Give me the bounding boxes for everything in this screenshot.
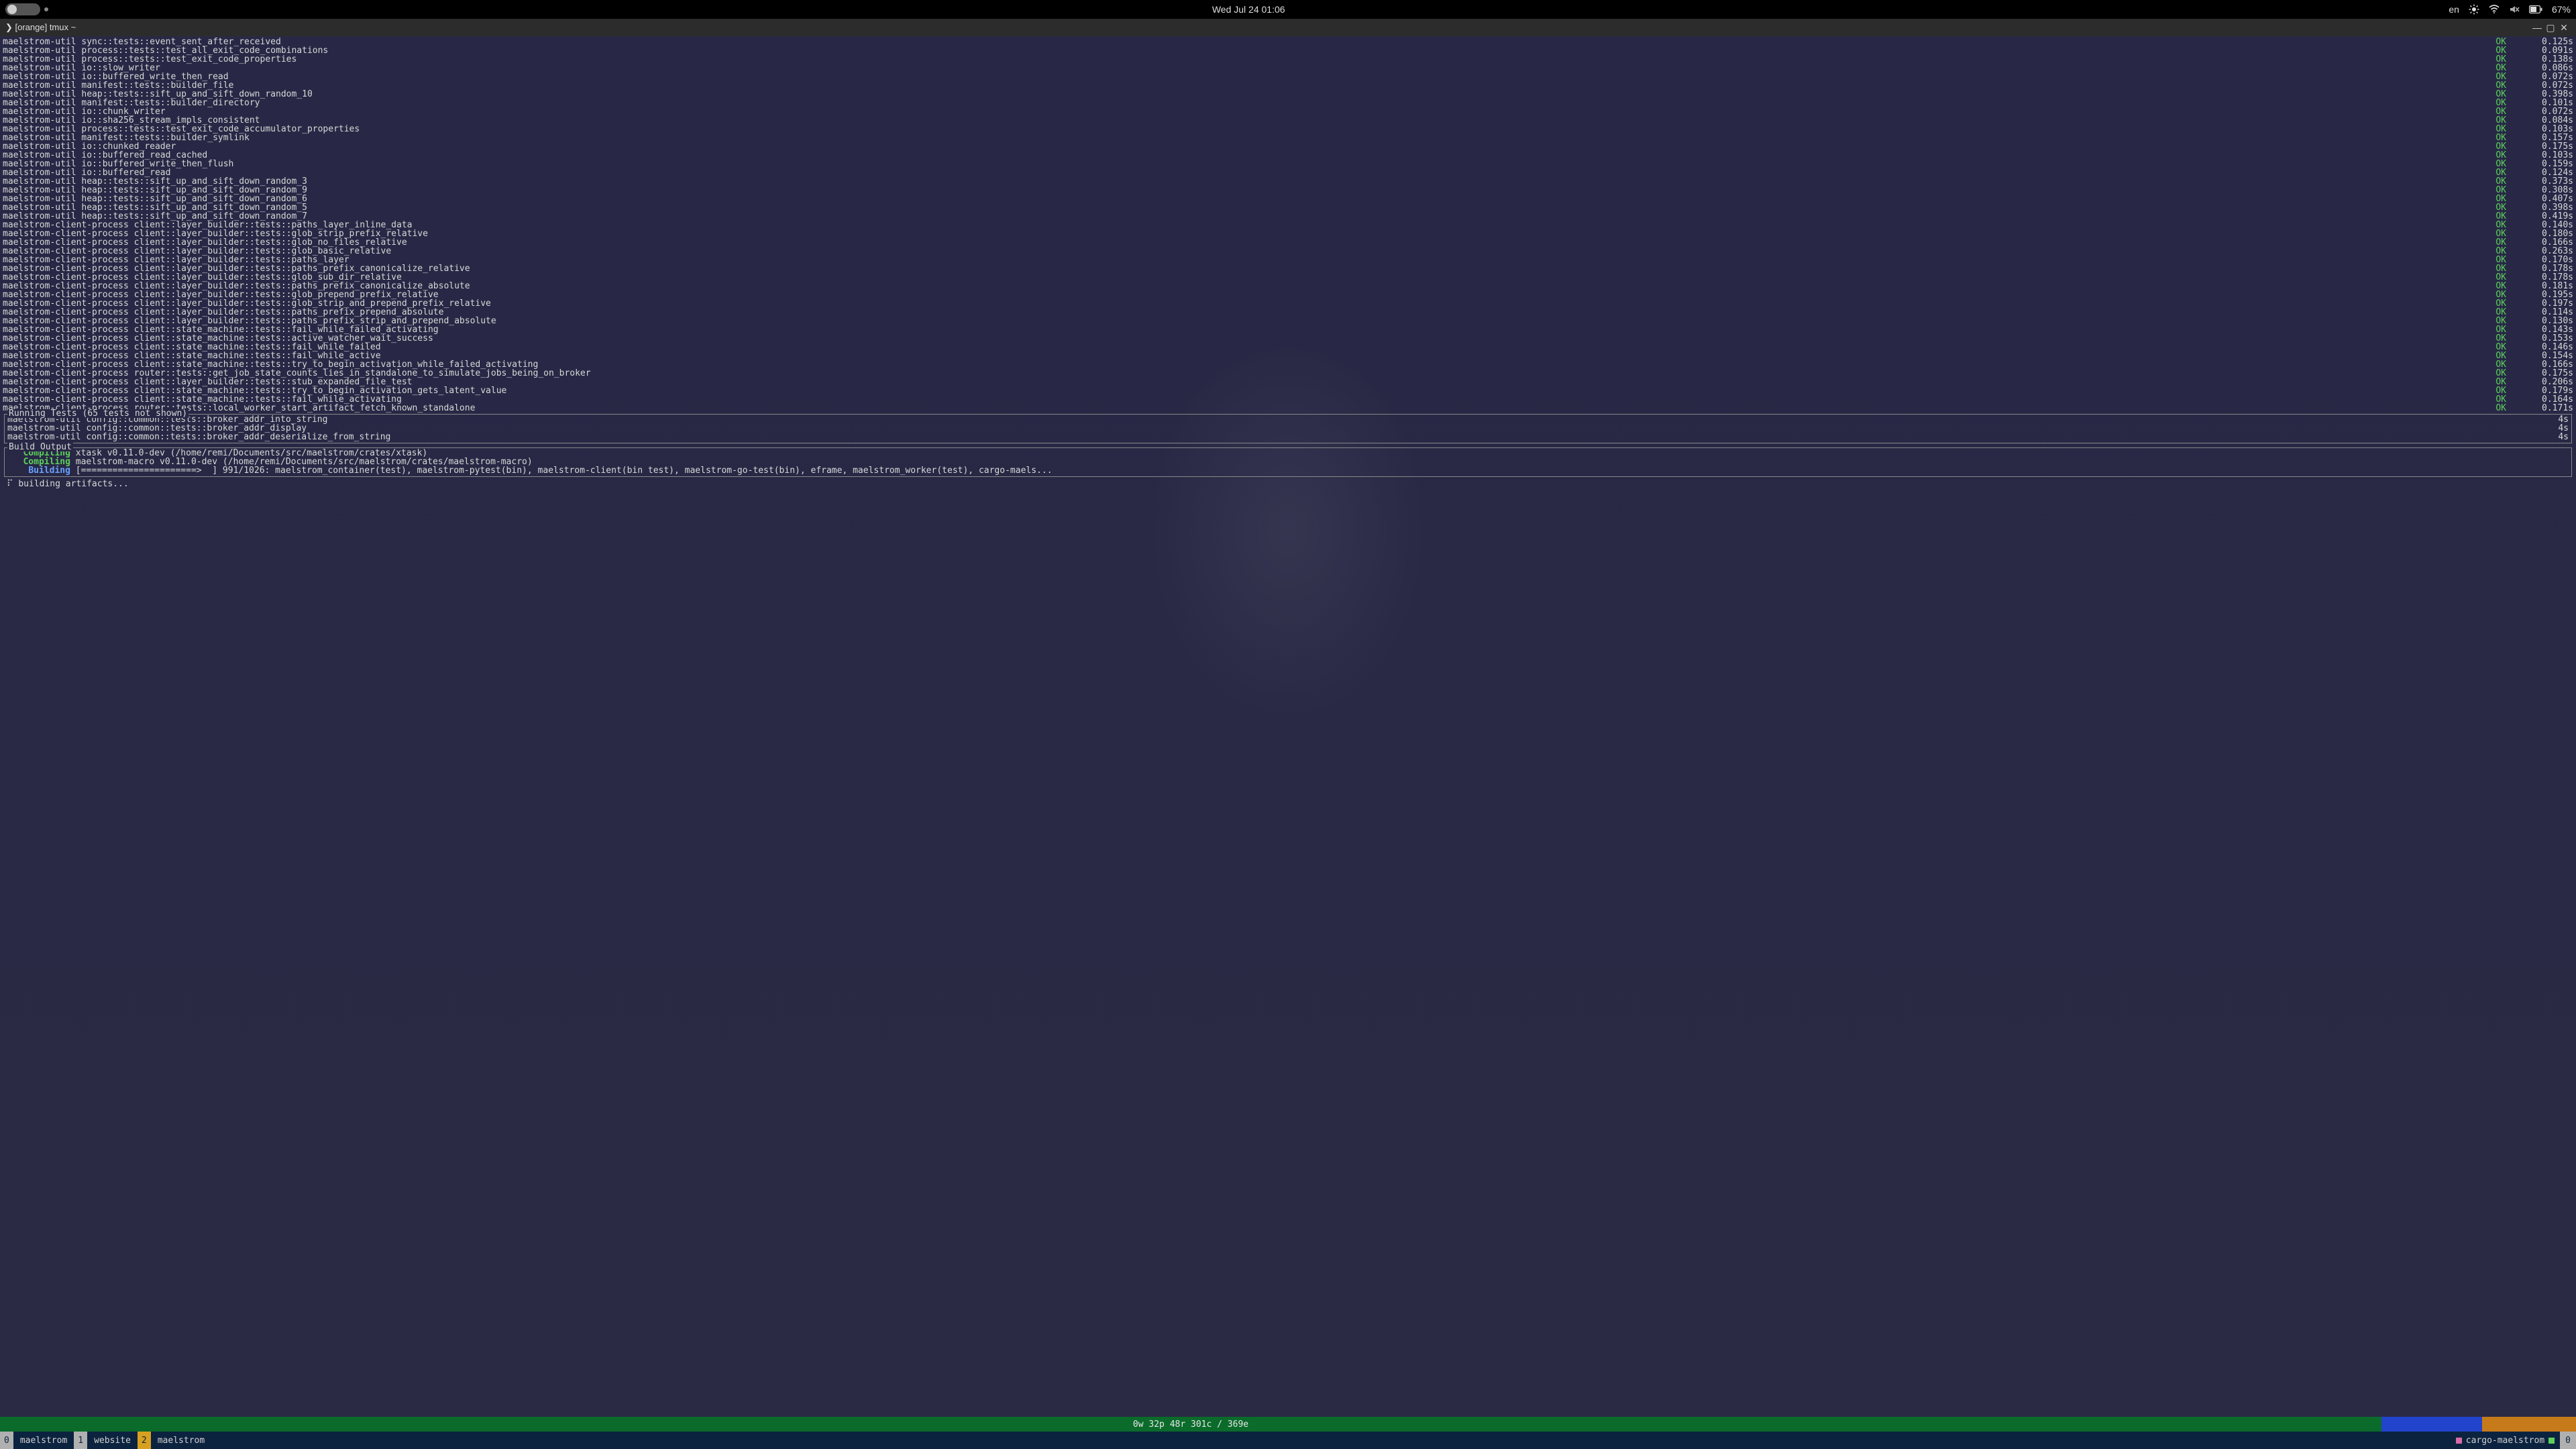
progress-segment-orange bbox=[2482, 1417, 2576, 1432]
test-result-row: maelstrom-client-process client::layer_b… bbox=[3, 247, 2573, 256]
test-result-row: maelstrom-util process::tests::test_all_… bbox=[3, 46, 2573, 55]
test-result-row: maelstrom-util manifest::tests::builder_… bbox=[3, 99, 2573, 107]
test-result-row: maelstrom-util io::buffered_write_then_f… bbox=[3, 160, 2573, 168]
tmux-status-bar: 0maelstrom1website2maelstrom cargo-maels… bbox=[0, 1432, 2576, 1449]
input-language[interactable]: en bbox=[2449, 4, 2459, 15]
tmux-pane-num: 0 bbox=[2560, 1432, 2576, 1449]
test-result-row: maelstrom-util io::chunk_writerOK0.072s bbox=[3, 107, 2573, 116]
topbar-left bbox=[5, 3, 48, 15]
test-result-row: maelstrom-client-process client::state_m… bbox=[3, 334, 2573, 343]
test-result-row: maelstrom-util manifest::tests::builder_… bbox=[3, 133, 2573, 142]
test-result-row: maelstrom-util heap::tests::sift_up_and_… bbox=[3, 203, 2573, 212]
test-result-row: maelstrom-util heap::tests::sift_up_and_… bbox=[3, 90, 2573, 99]
tmux-session: cargo-maelstrom bbox=[2451, 1436, 2560, 1445]
running-test-row: maelstrom-util config::common::tests::br… bbox=[7, 415, 2569, 424]
test-result-row: maelstrom-util heap::tests::sift_up_and_… bbox=[3, 186, 2573, 195]
battery-percent: 67% bbox=[2552, 4, 2571, 15]
close-button[interactable]: ✕ bbox=[2557, 22, 2571, 34]
test-result-row: maelstrom-util heap::tests::sift_up_and_… bbox=[3, 177, 2573, 186]
window-title: ❯ [orange] tmux ~ bbox=[5, 22, 2530, 33]
building-line: Building [======================> ] 991/… bbox=[7, 466, 2569, 475]
test-result-row: maelstrom-util io::buffered_readOK0.124s bbox=[3, 168, 2573, 177]
test-result-row: maelstrom-util io::slow_writerOK0.086s bbox=[3, 64, 2573, 72]
battery-icon[interactable] bbox=[2529, 5, 2542, 13]
test-result-row: maelstrom-util io::chunked_readerOK0.175… bbox=[3, 142, 2573, 151]
running-tests-box: Running Tests (65 tests not shown) maels… bbox=[4, 414, 2572, 443]
tmux-tab[interactable]: 0maelstrom bbox=[0, 1432, 74, 1449]
session-indicator-icon bbox=[2456, 1438, 2462, 1444]
build-output-title: Build Output bbox=[7, 443, 73, 451]
minimize-button[interactable]: — bbox=[2530, 22, 2544, 33]
running-test-row: maelstrom-util config::common::tests::br… bbox=[7, 424, 2569, 433]
topbar-right: en 67% bbox=[2449, 4, 2571, 15]
test-result-row: maelstrom-util io::buffered_write_then_r… bbox=[3, 72, 2573, 81]
test-result-row: maelstrom-util sync::tests::event_sent_a… bbox=[3, 38, 2573, 46]
terminal[interactable]: maelstrom-util sync::tests::event_sent_a… bbox=[0, 36, 2576, 1449]
progress-bar: 0w 32p 48r 301c / 369e bbox=[0, 1417, 2576, 1432]
test-result-row: maelstrom-util process::tests::test_exit… bbox=[3, 125, 2573, 133]
test-result-row: maelstrom-client-process client::state_m… bbox=[3, 343, 2573, 352]
clock[interactable]: Wed Jul 24 01:06 bbox=[48, 4, 2449, 15]
build-output-box: Build Output Compiling xtask v0.11.0-dev… bbox=[4, 447, 2572, 477]
test-result-row: maelstrom-util manifest::tests::builder_… bbox=[3, 81, 2573, 90]
wifi-icon[interactable] bbox=[2489, 4, 2500, 15]
window-titlebar: ❯ [orange] tmux ~ — ▢ ✕ bbox=[0, 19, 2576, 36]
tmux-session-name: cargo-maelstrom bbox=[2466, 1436, 2544, 1445]
test-result-row: maelstrom-util heap::tests::sift_up_and_… bbox=[3, 195, 2573, 203]
test-result-row: maelstrom-util io::sha256_stream_impls_c… bbox=[3, 116, 2573, 125]
brightness-icon[interactable] bbox=[2469, 4, 2479, 15]
activities-pill[interactable] bbox=[5, 3, 40, 15]
progress-counts: 0w 32p 48r 301c / 369e bbox=[0, 1420, 2381, 1429]
gnome-topbar: Wed Jul 24 01:06 en 67% bbox=[0, 0, 2576, 19]
test-result-row: maelstrom-util io::buffered_read_cachedO… bbox=[3, 151, 2573, 160]
running-tests-title: Running Tests (65 tests not shown) bbox=[7, 409, 189, 418]
progress-segment-blue bbox=[2381, 1417, 2482, 1432]
session-status-icon bbox=[2548, 1438, 2555, 1444]
running-test-row: maelstrom-util config::common::tests::br… bbox=[7, 433, 2569, 441]
test-result-row: maelstrom-client-process router::tests::… bbox=[3, 404, 2573, 413]
volume-muted-icon[interactable] bbox=[2509, 4, 2520, 15]
test-result-row: maelstrom-util process::tests::test_exit… bbox=[3, 55, 2573, 64]
tmux-tab[interactable]: 2maelstrom bbox=[138, 1432, 211, 1449]
status-spinner-line: ⠏ building artifacts... bbox=[3, 480, 2573, 488]
test-results-list: maelstrom-util sync::tests::event_sent_a… bbox=[3, 38, 2573, 413]
maximize-button[interactable]: ▢ bbox=[2544, 22, 2557, 34]
tmux-tab[interactable]: 1website bbox=[74, 1432, 138, 1449]
